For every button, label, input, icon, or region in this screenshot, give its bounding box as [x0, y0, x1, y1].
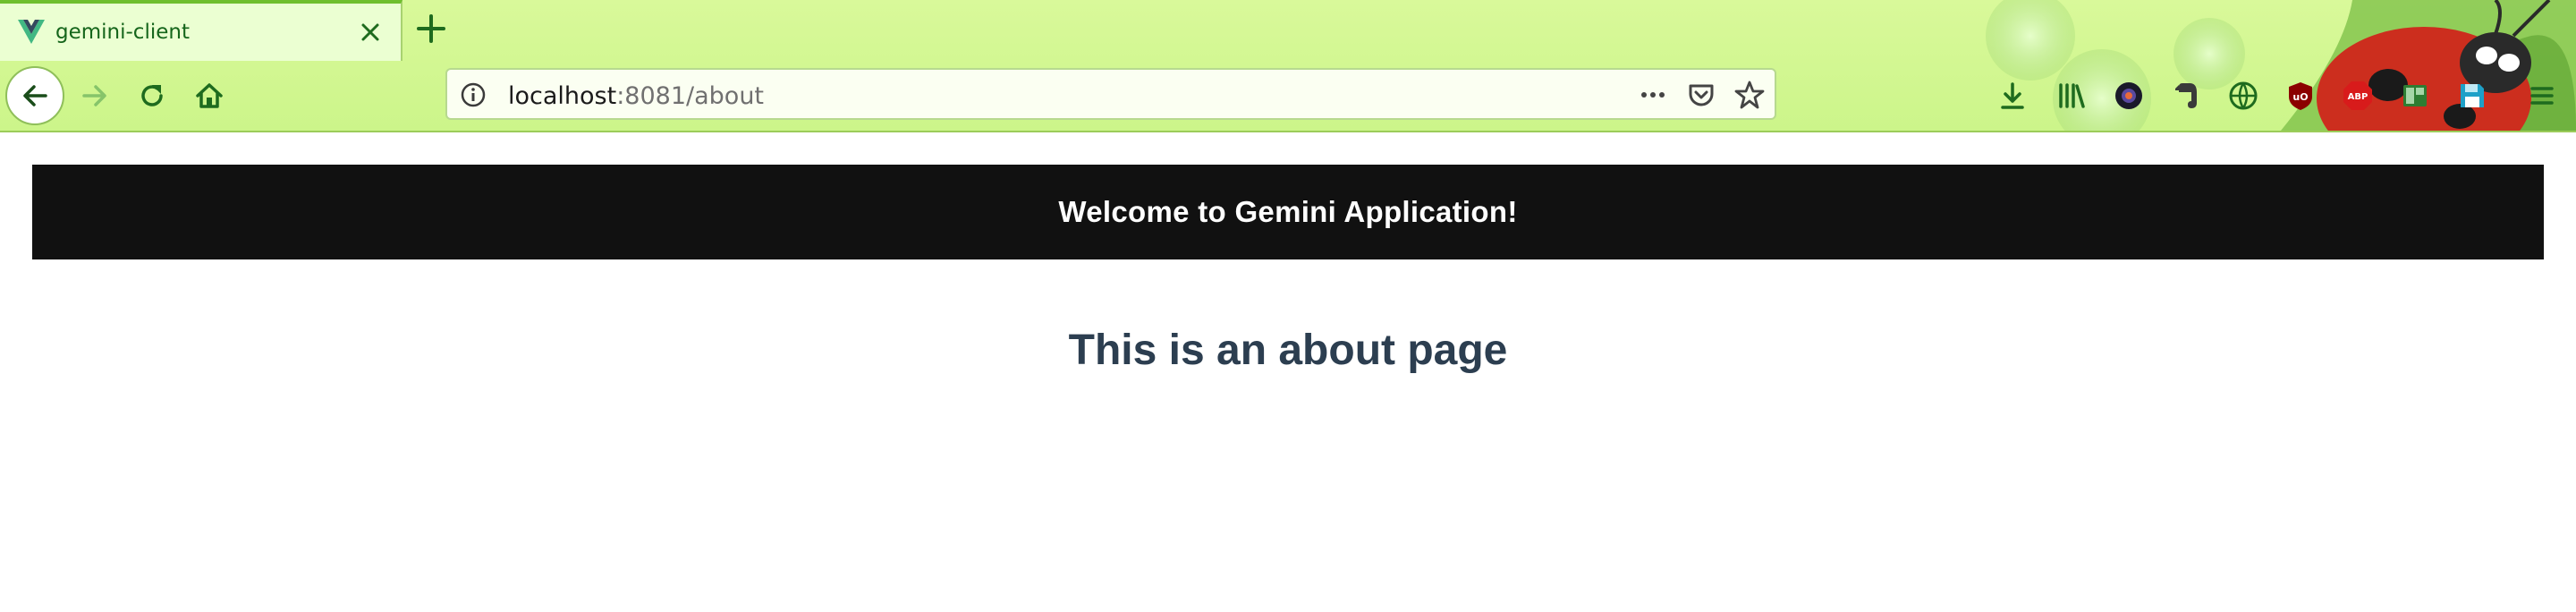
- new-tab-icon[interactable]: [413, 11, 449, 47]
- reload-icon[interactable]: [134, 78, 170, 114]
- pocket-icon[interactable]: [1683, 77, 1719, 113]
- download-icon[interactable]: [1995, 78, 2030, 114]
- navigation-bar: localhost:8081/about uO ABP: [0, 61, 2576, 131]
- tab-title: gemini-client: [55, 21, 190, 44]
- bookmark-star-icon[interactable]: [1732, 77, 1767, 113]
- vue-logo-icon: [18, 20, 45, 45]
- page-heading: This is an about page: [1068, 327, 1508, 374]
- url-path: :8081/about: [616, 82, 765, 110]
- browser-tab[interactable]: gemini-client: [0, 0, 402, 61]
- url-bar[interactable]: localhost:8081/about: [445, 68, 1776, 120]
- forward-arrow-icon[interactable]: [77, 78, 113, 114]
- welcome-banner: Welcome to Gemini Application!: [32, 165, 2544, 259]
- back-button[interactable]: [5, 66, 64, 125]
- tab-strip: gemini-client: [0, 0, 2576, 61]
- adblock-plus-label: ABP: [2348, 92, 2368, 102]
- banner-text: Welcome to Gemini Application!: [1058, 195, 1518, 228]
- close-tab-icon[interactable]: [356, 18, 385, 47]
- library-icon[interactable]: [2054, 78, 2089, 114]
- back-arrow-icon: [23, 85, 47, 106]
- ublock-label: uO: [2292, 91, 2308, 103]
- adblock-plus-icon[interactable]: ABP: [2340, 78, 2376, 114]
- translate-icon[interactable]: [2225, 78, 2261, 114]
- ublock-icon[interactable]: uO: [2283, 78, 2318, 114]
- home-icon[interactable]: [191, 78, 227, 114]
- menu-icon[interactable]: [2524, 78, 2560, 114]
- evernote-icon[interactable]: [2168, 78, 2204, 114]
- more-actions-icon[interactable]: [1635, 77, 1671, 113]
- url-text[interactable]: localhost:8081/about: [508, 82, 764, 110]
- url-actions: [1635, 77, 1767, 113]
- site-info-icon[interactable]: [460, 81, 487, 108]
- save-extension-icon[interactable]: [2454, 78, 2490, 114]
- camera-extension-icon[interactable]: [2111, 78, 2147, 114]
- url-host: localhost: [508, 82, 617, 110]
- browser-chrome: gemini-client localhost:8081/about uO AB…: [0, 0, 2576, 132]
- sidebar-extension-icon[interactable]: [2397, 78, 2433, 114]
